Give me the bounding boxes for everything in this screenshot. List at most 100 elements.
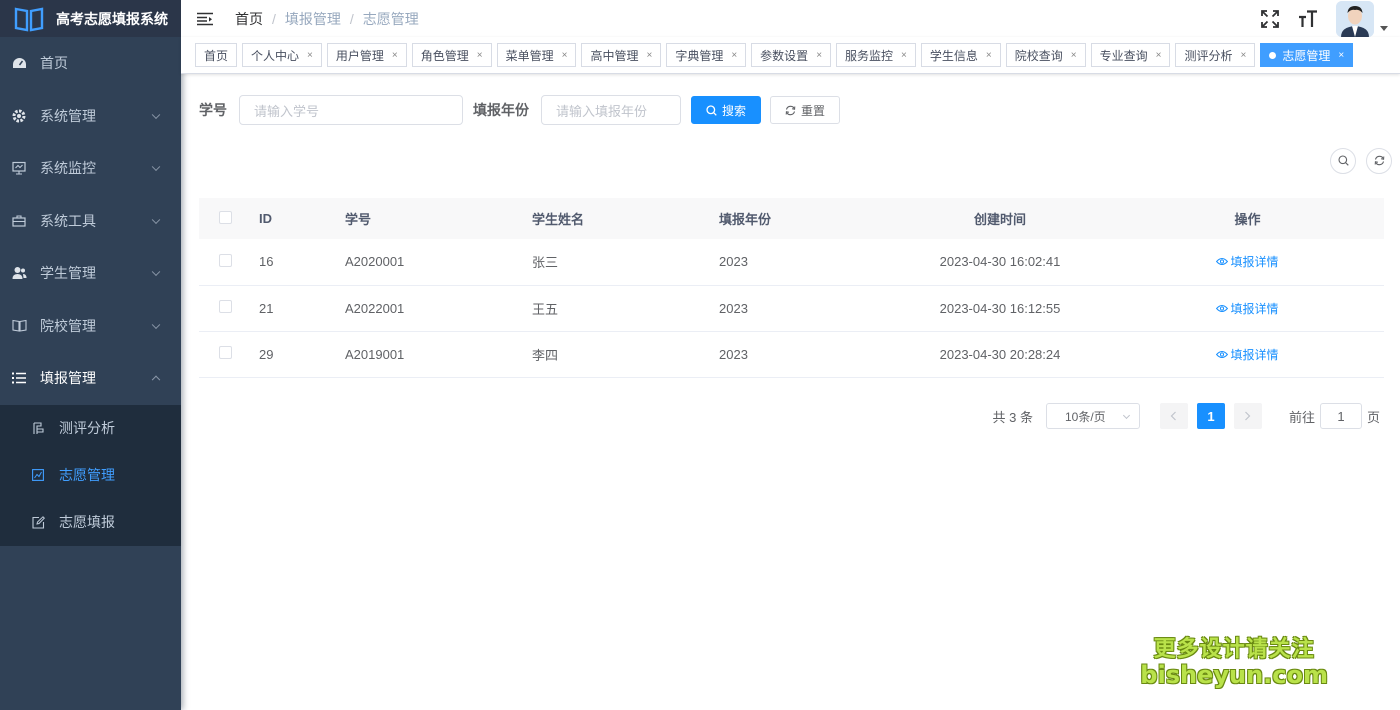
cell-year: 2023	[719, 239, 889, 286]
tag-major-query[interactable]: 专业查询 ×	[1090, 43, 1171, 67]
edit-icon	[31, 515, 45, 529]
sidebar-subitem-volunteer-management[interactable]: 志愿管理	[0, 452, 181, 499]
cell-year: 2023	[719, 285, 889, 332]
cell-created-time: 2023-04-30 20:28:24	[889, 331, 1111, 378]
sidebar-item-home[interactable]: 首页	[0, 37, 181, 90]
right-menu	[1260, 0, 1388, 37]
eye-icon	[1216, 304, 1229, 312]
detail-link[interactable]: 填报详情	[1216, 253, 1279, 270]
cell-id: 16	[251, 239, 345, 286]
close-icon[interactable]: ×	[816, 50, 822, 61]
header-created-time[interactable]: 创建时间	[889, 198, 1111, 239]
row-checkbox[interactable]	[219, 253, 232, 267]
breadcrumb: 首页 / 填报管理 / 志愿管理	[235, 9, 419, 29]
sidebar-item-system[interactable]: 系统管理	[0, 90, 181, 143]
row-checkbox[interactable]	[219, 300, 232, 313]
close-icon[interactable]: ×	[477, 50, 483, 61]
tag-analysis[interactable]: 测评分析 ×	[1175, 43, 1256, 67]
chevron-up-icon	[151, 375, 161, 385]
close-icon[interactable]: ×	[986, 50, 992, 61]
next-page-button[interactable]	[1233, 403, 1262, 429]
avatar[interactable]	[1336, 0, 1374, 37]
breadcrumb-separator: /	[349, 10, 354, 27]
tag-menus[interactable]: 菜单管理 ×	[496, 43, 577, 67]
header-id[interactable]: ID	[251, 198, 345, 239]
sidebar-item-label: 系统监控	[40, 160, 96, 177]
tag-volunteer-management[interactable]: 志愿管理 ×	[1260, 43, 1354, 67]
tag-student-info[interactable]: 学生信息 ×	[920, 43, 1001, 67]
sidebar-subitem-label: 志愿填报	[59, 514, 115, 530]
tag-profile[interactable]: 个人中心 ×	[242, 43, 322, 67]
table-row[interactable]: 21 A2022001 王五 2023 2023-04-30 16:12:55 …	[199, 285, 1384, 332]
image-icon	[31, 468, 45, 482]
close-icon[interactable]: ×	[646, 50, 652, 61]
sidebar-subitem-analysis[interactable]: 测评分析	[0, 405, 181, 452]
close-icon[interactable]: ×	[901, 50, 907, 61]
font-size-icon[interactable]	[1298, 9, 1318, 29]
goto-page-input[interactable]: 1	[1319, 403, 1362, 429]
close-icon[interactable]: ×	[731, 50, 737, 61]
eye-icon	[1216, 258, 1229, 266]
table-row[interactable]: 16 A2020001 张三 2023 2023-04-30 16:02:41 …	[199, 239, 1384, 286]
fullscreen-icon[interactable]	[1260, 9, 1280, 29]
detail-link[interactable]: 填报详情	[1216, 346, 1279, 363]
monitor-icon	[11, 160, 27, 176]
main-content: 学号 请输入学号 填报年份 请输入填报年份 搜索 重置 ID 学号 学生姓名 填…	[181, 75, 1400, 710]
table-row[interactable]: 29 A2019001 李四 2023 2023-04-30 20:28:24 …	[199, 331, 1384, 378]
header-student-name[interactable]: 学生姓名	[532, 198, 719, 239]
tag-highschool[interactable]: 高中管理 ×	[581, 43, 662, 67]
tag-home[interactable]: 首页	[195, 43, 238, 67]
gear-icon	[11, 108, 27, 124]
detail-link[interactable]: 填报详情	[1216, 300, 1279, 317]
close-icon[interactable]: ×	[392, 50, 398, 61]
logo[interactable]: 高考志愿填报系统	[0, 0, 181, 37]
sidebar-subitem-volunteer-fill[interactable]: 志愿填报	[0, 499, 181, 546]
close-icon[interactable]: ×	[307, 50, 313, 61]
select-all-checkbox[interactable]	[219, 210, 232, 224]
student-no-input[interactable]: 请输入学号	[239, 95, 463, 125]
year-input[interactable]: 请输入填报年份	[541, 95, 681, 125]
close-icon[interactable]: ×	[1338, 50, 1344, 61]
search-button[interactable]: 搜索	[691, 96, 762, 124]
chevron-right-icon	[1244, 409, 1251, 424]
tag-college-query[interactable]: 院校查询 ×	[1005, 43, 1086, 67]
refresh-button[interactable]	[1366, 148, 1392, 174]
sidebar-item-colleges[interactable]: 院校管理	[0, 300, 181, 353]
close-icon[interactable]: ×	[1156, 50, 1162, 61]
prev-page-button[interactable]	[1159, 403, 1188, 429]
cell-id: 21	[251, 285, 345, 332]
sidebar-item-application[interactable]: 填报管理	[0, 352, 181, 405]
tags-view: 首页 个人中心 × 用户管理 × 角色管理 × 菜单管理 × 高中管理 × 字典管理 × 参…	[181, 37, 1400, 74]
header-student-no[interactable]: 学号	[345, 198, 532, 239]
tag-params[interactable]: 参数设置 ×	[751, 43, 832, 67]
refresh-icon	[785, 105, 796, 116]
tag-roles[interactable]: 角色管理 ×	[411, 43, 492, 67]
close-icon[interactable]: ×	[1071, 50, 1077, 61]
year-label: 填报年份	[473, 102, 529, 118]
sidebar-item-label: 学生管理	[40, 265, 96, 282]
header-year[interactable]: 填报年份	[719, 198, 889, 239]
sidebar-item-students[interactable]: 学生管理	[0, 247, 181, 300]
tag-dict[interactable]: 字典管理 ×	[666, 43, 747, 67]
toggle-search-button[interactable]	[1330, 148, 1356, 174]
sidebar-subitem-label: 志愿管理	[59, 467, 115, 483]
book-logo-icon	[14, 6, 44, 32]
row-checkbox[interactable]	[219, 346, 232, 359]
tag-server[interactable]: 服务监控 ×	[836, 43, 916, 67]
breadcrumb-separator: /	[272, 10, 276, 27]
chevron-down-icon	[151, 267, 161, 277]
close-icon[interactable]: ×	[562, 50, 568, 61]
sidebar-item-monitor[interactable]: 系统监控	[0, 142, 181, 195]
caret-down-icon[interactable]	[1380, 26, 1388, 31]
page-number-button[interactable]: 1	[1196, 403, 1225, 429]
tag-users[interactable]: 用户管理 ×	[326, 43, 407, 67]
sidebar-item-tools[interactable]: 系统工具	[0, 195, 181, 248]
reset-button[interactable]: 重置	[770, 96, 841, 124]
hamburger-icon[interactable]	[197, 12, 213, 26]
chart-icon	[31, 421, 45, 435]
page-size-select[interactable]: 10条/页	[1045, 403, 1140, 429]
chevron-down-icon	[151, 162, 161, 172]
breadcrumb-home[interactable]: 首页	[235, 9, 263, 29]
cell-student-no: A2019001	[345, 331, 532, 378]
close-icon[interactable]: ×	[1240, 50, 1246, 61]
